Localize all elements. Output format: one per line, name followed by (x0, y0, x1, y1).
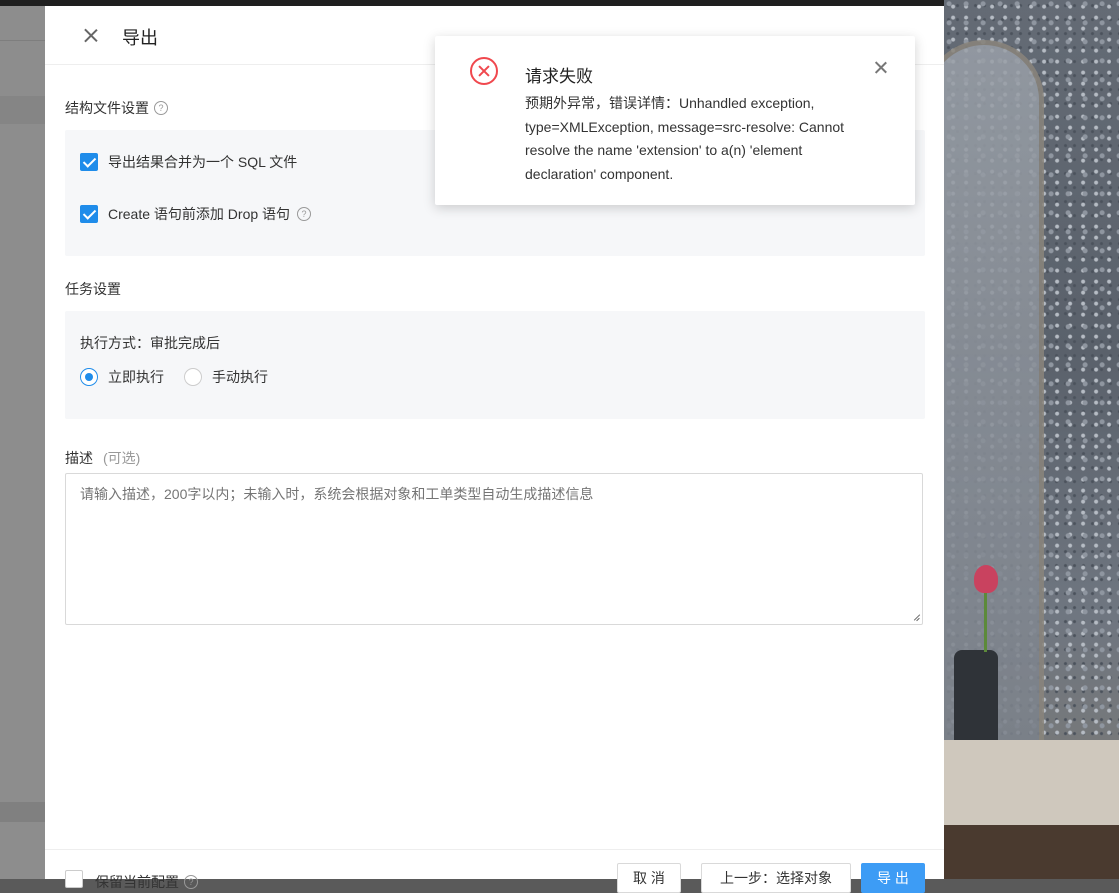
keep-config-checkbox[interactable] (65, 870, 83, 888)
resize-handle-icon[interactable] (911, 613, 921, 623)
exec-mode-radio-group: 立即执行 手动执行 (80, 367, 288, 387)
radio-immediate-circle[interactable] (80, 368, 98, 386)
cancel-button[interactable]: 取 消 (617, 863, 681, 893)
keep-config-label: 保留当前配置 ? (95, 872, 198, 892)
merge-sql-option[interactable]: 导出结果合并为一个 SQL 文件 (80, 152, 297, 172)
background-photo (944, 0, 1119, 879)
add-drop-option[interactable]: Create 语句前添加 Drop 语句 ? (80, 204, 312, 224)
help-icon[interactable]: ? (297, 207, 312, 221)
exec-mode-label: 执行方式：审批完成后 (80, 335, 220, 351)
task-section-title: 任务设置 (65, 281, 121, 297)
prev-step-button[interactable]: 上一步：选择对象 (701, 863, 851, 893)
error-circle-icon (470, 57, 498, 85)
help-icon[interactable]: ? (154, 101, 168, 115)
drawer-footer: 保留当前配置 ? 取 消 上一步：选择对象 导 出 (45, 849, 944, 893)
help-icon[interactable]: ? (184, 875, 198, 889)
description-input[interactable] (65, 473, 923, 625)
export-button[interactable]: 导 出 (861, 863, 925, 893)
error-notification: 请求失败 预期外异常，错误详情：Unhandled exception, typ… (435, 36, 915, 205)
background-left-panel (0, 6, 45, 879)
notification-close-icon[interactable] (873, 60, 889, 76)
close-icon[interactable] (79, 24, 103, 48)
add-drop-checkbox[interactable] (80, 205, 98, 223)
radio-manual[interactable]: 手动执行 (184, 367, 268, 387)
merge-sql-checkbox[interactable] (80, 153, 98, 171)
drawer-title: 导出 (122, 28, 158, 48)
radio-manual-circle[interactable] (184, 368, 202, 386)
notification-message: 预期外异常，错误详情：Unhandled exception, type=XML… (525, 95, 845, 182)
radio-immediate[interactable]: 立即执行 (80, 367, 164, 387)
task-settings-panel: 执行方式：审批完成后 立即执行 手动执行 (65, 311, 925, 419)
structure-section-title: 结构文件设置 ? (65, 98, 168, 118)
description-label: 描述 (可选) (65, 450, 141, 466)
notification-title: 请求失败 (525, 67, 593, 86)
